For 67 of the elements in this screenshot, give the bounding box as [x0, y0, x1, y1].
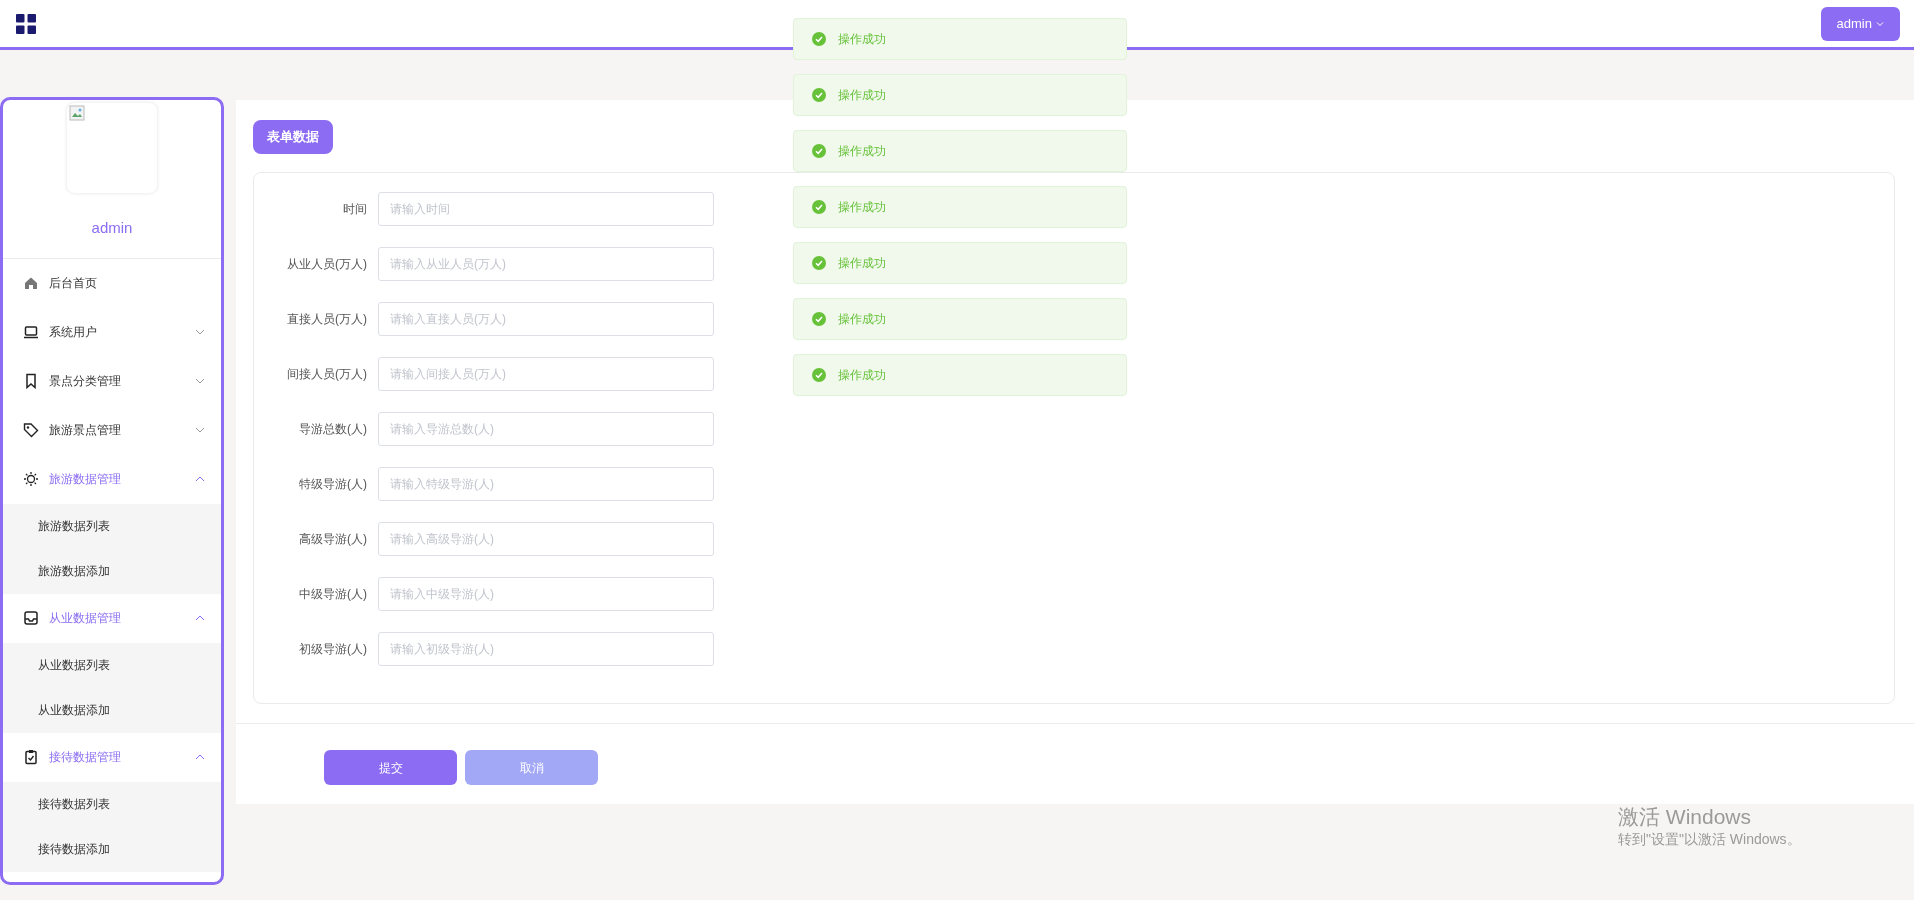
check-circle-icon: [812, 256, 826, 270]
submenu-item[interactable]: 旅游数据添加: [3, 548, 221, 594]
field-label: 时间: [342, 201, 368, 218]
submenu-item[interactable]: 从业数据列表: [3, 642, 221, 688]
check-circle-icon: [812, 200, 826, 214]
input-field[interactable]: 请输入导游总数(人): [378, 412, 714, 446]
chevron-down-icon: [195, 426, 205, 434]
success-toast: 操作成功: [793, 242, 1127, 284]
success-toast: 操作成功: [793, 18, 1127, 60]
check-circle-icon: [812, 368, 826, 382]
chevron-down-icon: [195, 377, 205, 385]
laptop-icon: [23, 324, 39, 340]
success-toast: 操作成功: [793, 130, 1127, 172]
input-field[interactable]: 请输入直接人员(万人): [378, 302, 714, 336]
chevron-up-icon: [195, 753, 205, 761]
submenu-item[interactable]: 接待数据添加: [3, 826, 221, 872]
user-menu-button[interactable]: admin: [1820, 6, 1900, 41]
menu-item[interactable]: 接待数据管理: [3, 732, 221, 782]
menu-item[interactable]: 景点分类管理: [3, 356, 221, 406]
check-circle-icon: [812, 144, 826, 158]
success-toast: 操作成功: [793, 298, 1127, 340]
caret-icon: [1876, 19, 1884, 28]
menu-item[interactable]: 旅游景点管理: [3, 405, 221, 455]
menu-item[interactable]: 系统用户: [3, 307, 221, 357]
field-label: 中级导游(人): [298, 586, 368, 603]
menu-item[interactable]: 后台首页: [3, 258, 221, 308]
input-field[interactable]: 请输入间接人员(万人): [378, 357, 714, 391]
broken-image-icon: [69, 105, 85, 121]
submenu-item[interactable]: 接待数据列表: [3, 781, 221, 827]
field-label: 导游总数(人): [298, 421, 368, 438]
input-field[interactable]: 请输入初级导游(人): [378, 632, 714, 666]
input-field[interactable]: 请输入时间: [378, 192, 714, 226]
field-label: 从业人员(万人): [286, 256, 368, 273]
clipboard-check-icon: [23, 749, 39, 765]
check-circle-icon: [812, 32, 826, 46]
success-toast: 操作成功: [793, 354, 1127, 396]
grid-menu-icon[interactable]: [16, 13, 36, 34]
field-label: 初级导游(人): [298, 641, 368, 658]
tag-icon: [23, 422, 39, 438]
field-label: 间接人员(万人): [286, 366, 368, 383]
field-label: 特级导游(人): [298, 476, 368, 493]
activation-hint: 转到"设置"以激活 Windows。: [1618, 830, 1801, 848]
chevron-up-icon: [195, 475, 205, 483]
username: admin: [91, 218, 133, 238]
success-toast: 操作成功: [793, 74, 1127, 116]
inbox-icon: [23, 610, 39, 626]
submenu-item[interactable]: 旅游数据列表: [3, 503, 221, 549]
input-field[interactable]: 请输入特级导游(人): [378, 467, 714, 501]
home-icon: [23, 275, 39, 291]
sun-icon: [23, 471, 39, 487]
bookmark-icon: [23, 373, 39, 389]
activation-title: 激活 Windows: [1618, 804, 1753, 830]
success-toast: 操作成功: [793, 186, 1127, 228]
check-circle-icon: [812, 88, 826, 102]
field-label: 直接人员(万人): [286, 311, 368, 328]
menu-item[interactable]: 从业数据管理: [3, 593, 221, 643]
input-field[interactable]: 请输入中级导游(人): [378, 577, 714, 611]
menu-item[interactable]: 旅游数据管理: [3, 454, 221, 504]
input-field[interactable]: 请输入从业人员(万人): [378, 247, 714, 281]
check-circle-icon: [812, 312, 826, 326]
submit-button[interactable]: 提交: [324, 750, 457, 785]
submenu-item[interactable]: 从业数据添加: [3, 687, 221, 733]
input-field[interactable]: 请输入高级导游(人): [378, 522, 714, 556]
field-label: 高级导游(人): [298, 531, 368, 548]
chevron-down-icon: [195, 328, 205, 336]
form-tab[interactable]: 表单数据: [253, 120, 333, 154]
chevron-up-icon: [195, 614, 205, 622]
